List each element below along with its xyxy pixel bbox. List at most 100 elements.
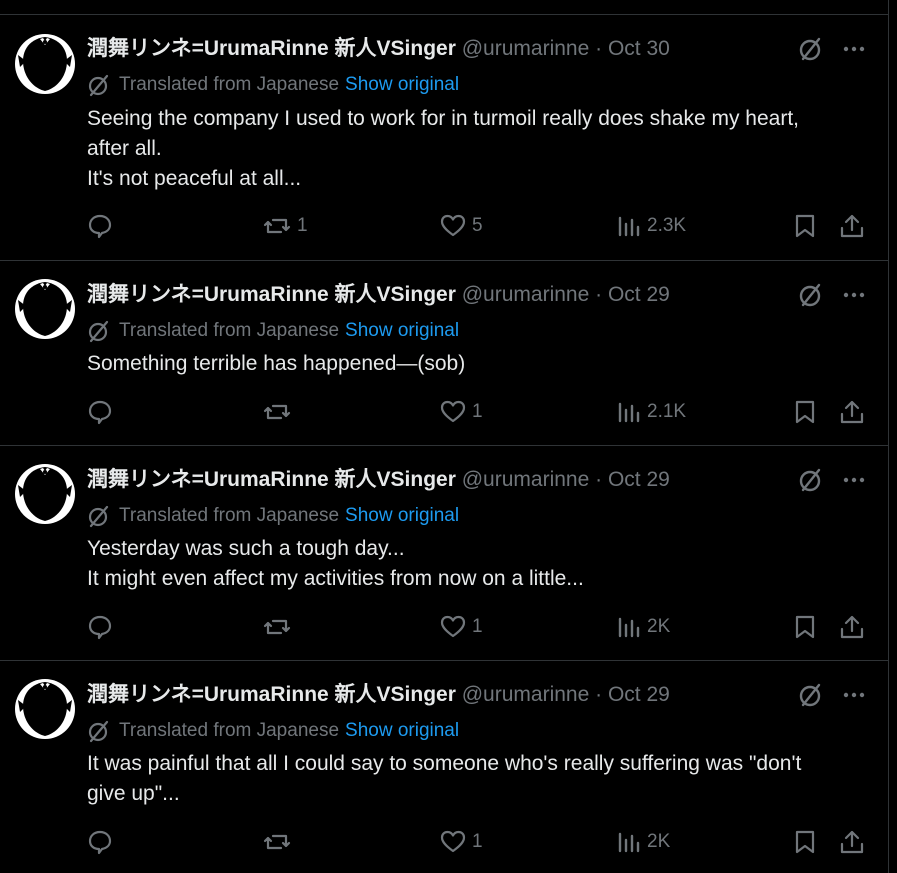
post-top-actions (798, 466, 866, 494)
like-count: 1 (472, 831, 483, 852)
reply-button[interactable] (87, 397, 119, 427)
author-handle[interactable]: @urumarinne (462, 683, 590, 706)
translate-icon (87, 73, 111, 97)
post-text-line: Yesterday was such a tough day... (87, 537, 405, 560)
repost-arrows-icon (263, 404, 291, 420)
reply-button[interactable] (87, 612, 119, 642)
reply-bubble-icon (88, 214, 112, 239)
like-button[interactable]: 5 (440, 211, 483, 241)
views-count: 2.3K (647, 215, 687, 236)
more-dots-icon[interactable] (842, 476, 866, 484)
more-dots-icon[interactable] (842, 291, 866, 299)
author-name[interactable]: 潤舞リンネ=UrumaRinne 新人VSinger (87, 283, 456, 306)
translation-notice: Translated from Japanese Show original (87, 73, 459, 97)
separator: · (595, 683, 603, 706)
translated-label: Translated from Japanese (119, 505, 340, 526)
author-name[interactable]: 潤舞リンネ=UrumaRinne 新人VSinger (87, 683, 456, 706)
bookmark-button[interactable] (793, 211, 817, 241)
post[interactable]: 潤舞リンネ=UrumaRinne 新人VSinger @urumarinne ·… (0, 260, 888, 445)
share-button[interactable] (839, 397, 865, 427)
column-divider (888, 0, 889, 873)
separator: · (595, 283, 603, 306)
like-count: 1 (472, 616, 483, 637)
bookmark-button[interactable] (793, 397, 817, 427)
more-dots-icon[interactable] (842, 45, 866, 53)
translate-slash-circle-icon[interactable] (798, 467, 824, 493)
like-button[interactable]: 1 (440, 397, 483, 427)
post-text: Something terrible has happened—(sob) (87, 349, 867, 379)
share-button[interactable] (839, 827, 865, 857)
like-count: 1 (472, 401, 483, 422)
bookmark-icon (795, 830, 815, 854)
bookmark-icon (795, 214, 815, 238)
post-date[interactable]: Oct 30 (608, 37, 670, 60)
views-button[interactable]: 2.3K (617, 211, 686, 241)
author-name[interactable]: 潤舞リンネ=UrumaRinne 新人VSinger (87, 37, 456, 60)
reply-button[interactable] (87, 827, 119, 857)
views-button[interactable]: 2K (617, 827, 670, 857)
translation-notice: Translated from Japanese Show original (87, 719, 459, 743)
heart-icon (440, 214, 466, 237)
translation-notice: Translated from Japanese Show original (87, 319, 459, 343)
separator: · (595, 468, 603, 491)
post[interactable]: 潤舞リンネ=UrumaRinne 新人VSinger @urumarinne ·… (0, 445, 888, 660)
translated-label: Translated from Japanese (119, 320, 340, 341)
views-count: 2K (647, 831, 671, 852)
post[interactable]: 潤舞リンネ=UrumaRinne 新人VSinger @urumarinne ·… (0, 660, 888, 873)
views-bars-icon (618, 216, 640, 237)
translate-slash-circle-icon[interactable] (798, 36, 824, 62)
post-date[interactable]: Oct 29 (608, 468, 670, 491)
translate-icon (87, 319, 111, 343)
share-button[interactable] (839, 612, 865, 642)
post-header: 潤舞リンネ=UrumaRinne 新人VSinger @urumarinne ·… (87, 681, 670, 709)
post-date[interactable]: Oct 29 (608, 683, 670, 706)
translate-slash-circle-icon[interactable] (798, 282, 824, 308)
share-upload-icon (840, 830, 864, 854)
post-actions: 1 2K (87, 827, 867, 857)
post[interactable]: 潤舞リンネ=UrumaRinne 新人VSinger @urumarinne ·… (0, 14, 888, 260)
views-button[interactable]: 2.1K (617, 397, 686, 427)
views-count: 2K (647, 616, 671, 637)
repost-button[interactable] (263, 827, 297, 857)
like-button[interactable]: 1 (440, 612, 483, 642)
post-actions: 1 2K (87, 612, 867, 642)
avatar[interactable] (14, 678, 76, 740)
avatar[interactable] (14, 278, 76, 340)
post-date[interactable]: Oct 29 (608, 283, 670, 306)
bookmark-icon (795, 400, 815, 424)
translate-icon (87, 719, 111, 743)
post-text-line: after all. (87, 137, 162, 160)
bookmark-button[interactable] (793, 612, 817, 642)
repost-arrows-icon (263, 834, 291, 850)
views-button[interactable]: 2K (617, 612, 670, 642)
more-dots-icon[interactable] (842, 691, 866, 699)
post-text-line: It was painful that all I could say to s… (87, 752, 802, 775)
author-handle[interactable]: @urumarinne (462, 468, 590, 491)
translation-notice: Translated from Japanese Show original (87, 504, 459, 528)
views-count: 2.1K (647, 401, 687, 422)
show-original-link[interactable]: Show original (345, 74, 459, 96)
translate-slash-circle-icon[interactable] (798, 682, 824, 708)
show-original-link[interactable]: Show original (345, 505, 459, 527)
show-original-link[interactable]: Show original (345, 720, 459, 742)
avatar[interactable] (14, 463, 76, 525)
post-text: Seeing the company I used to work for in… (87, 104, 867, 194)
show-original-link[interactable]: Show original (345, 320, 459, 342)
post-text-line: Something terrible has happened—(sob) (87, 352, 466, 375)
translated-label: Translated from Japanese (119, 720, 340, 741)
views-bars-icon (618, 832, 640, 853)
post-actions: 1 2.1K (87, 397, 867, 427)
avatar[interactable] (14, 33, 76, 95)
post-header: 潤舞リンネ=UrumaRinne 新人VSinger @urumarinne ·… (87, 281, 670, 309)
author-name[interactable]: 潤舞リンネ=UrumaRinne 新人VSinger (87, 468, 456, 491)
share-upload-icon (840, 615, 864, 639)
repost-button[interactable]: 1 (263, 211, 308, 241)
like-button[interactable]: 1 (440, 827, 483, 857)
bookmark-button[interactable] (793, 827, 817, 857)
author-handle[interactable]: @urumarinne (462, 37, 590, 60)
repost-button[interactable] (263, 612, 297, 642)
share-button[interactable] (839, 211, 865, 241)
reply-button[interactable] (87, 211, 119, 241)
repost-button[interactable] (263, 397, 297, 427)
author-handle[interactable]: @urumarinne (462, 283, 590, 306)
